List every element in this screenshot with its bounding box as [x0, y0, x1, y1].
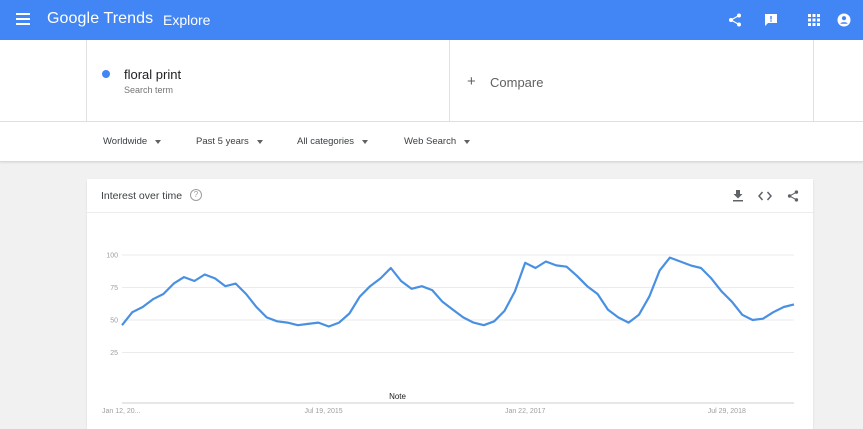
property-filter-label: Web Search — [404, 136, 457, 147]
category-filter[interactable]: All categories — [297, 136, 369, 147]
compare-button[interactable]: + Compare — [450, 40, 814, 121]
x-tick-label: Jul 19, 2015 — [305, 408, 343, 415]
apps-icon[interactable] — [804, 10, 824, 30]
caret-down-icon — [256, 139, 263, 144]
interest-line-chart: 100 75 50 25 Jan 12, 20... Jul 19, 2015 Jan 22… — [102, 253, 795, 415]
embed-icon[interactable] — [757, 188, 773, 204]
note-marker: Note — [389, 392, 406, 401]
filter-bar: Worldwide Past 5 years All categories We… — [0, 122, 863, 162]
search-terms-area: floral print Search term + Compare — [0, 40, 863, 122]
app-logo[interactable]: Google Trends — [47, 10, 153, 28]
series-line-floral-print — [121, 256, 795, 328]
card-title: Interest over time — [101, 190, 183, 202]
card-header: Interest over time ? — [87, 179, 813, 213]
top-app-bar: Google Trends Explore — [0, 0, 863, 40]
region-filter[interactable]: Worldwide — [103, 136, 162, 147]
explore-nav[interactable]: Explore — [163, 12, 210, 28]
time-filter[interactable]: Past 5 years — [196, 136, 263, 147]
help-icon[interactable]: ? — [190, 189, 202, 201]
search-term-card[interactable]: floral print Search term — [86, 40, 450, 121]
caret-down-icon — [362, 139, 369, 144]
property-filter[interactable]: Web Search — [404, 136, 471, 147]
y-tick-label: 100 — [106, 253, 118, 260]
search-term-type: Search term — [124, 85, 174, 95]
y-tick-label: 50 — [110, 318, 118, 325]
share-icon[interactable] — [785, 188, 801, 204]
feedback-icon[interactable] — [761, 10, 781, 30]
share-icon[interactable] — [725, 10, 745, 30]
x-tick-label: Jan 22, 2017 — [505, 408, 546, 415]
category-filter-label: All categories — [297, 136, 355, 147]
plus-icon: + — [467, 73, 476, 90]
y-tick-label: 25 — [110, 350, 118, 357]
term-color-dot — [102, 70, 110, 78]
caret-down-icon — [464, 139, 471, 144]
compare-label: Compare — [490, 75, 544, 90]
caret-down-icon — [155, 139, 162, 144]
download-icon[interactable] — [730, 188, 746, 204]
account-icon[interactable] — [834, 10, 854, 30]
y-tick-label: 75 — [110, 285, 118, 292]
time-filter-label: Past 5 years — [196, 136, 249, 147]
x-tick-label: Jan 12, 20... — [102, 408, 141, 415]
search-term-name: floral print — [124, 67, 182, 82]
x-tick-label: Jul 29, 2018 — [708, 408, 746, 415]
menu-icon[interactable] — [16, 13, 30, 25]
region-filter-label: Worldwide — [103, 136, 148, 147]
interest-over-time-card: Interest over time ? 100 75 50 25 Jan 12, 20… — [87, 179, 813, 429]
